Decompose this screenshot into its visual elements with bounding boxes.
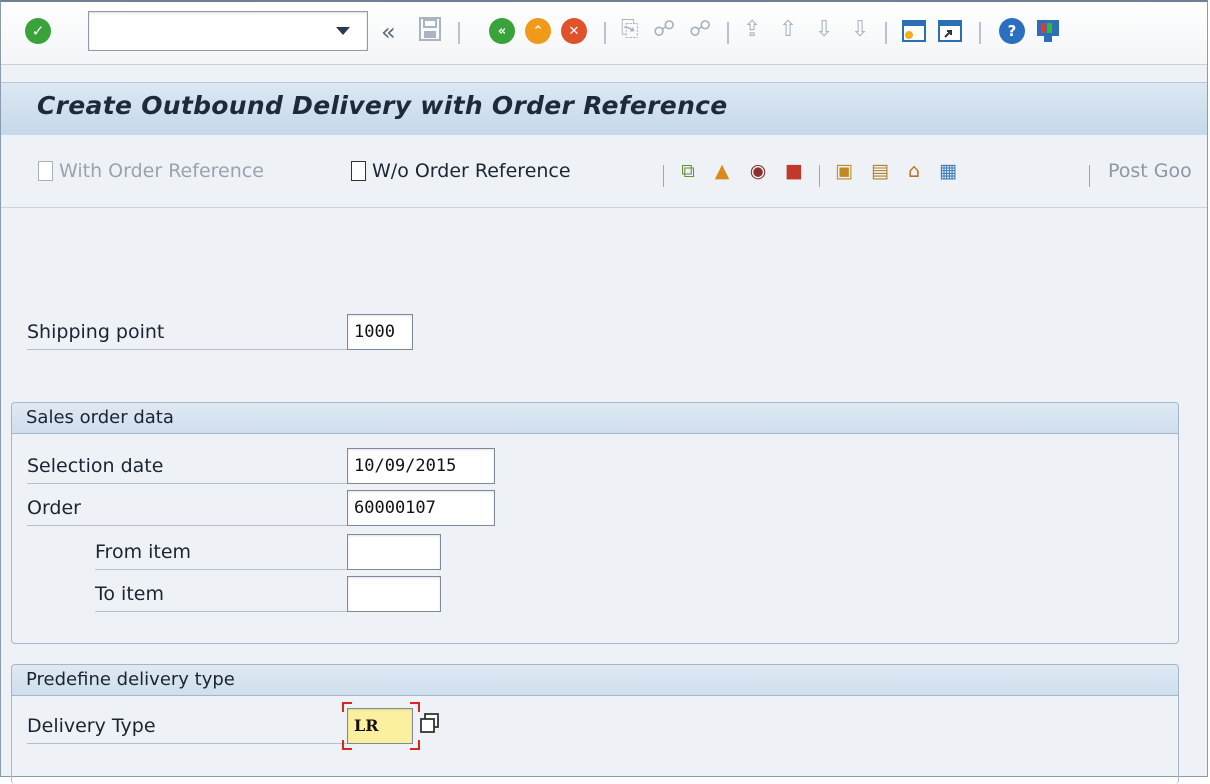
find-icon[interactable]: ☍ <box>653 17 675 42</box>
command-field[interactable] <box>88 11 368 51</box>
home-icon[interactable]: ⌂ <box>901 159 927 183</box>
exit-icon[interactable]: ⌃ <box>521 14 555 48</box>
title-bar: Create Outbound Delivery with Order Refe… <box>1 82 1207 136</box>
from-item-field[interactable] <box>347 534 441 570</box>
cancel-icon[interactable]: ✕ <box>557 14 591 48</box>
package-icon[interactable]: ▣ <box>831 159 857 183</box>
enter-icon[interactable]: ✓ <box>21 14 55 48</box>
document-icon <box>38 161 53 181</box>
save-icon[interactable] <box>419 17 441 47</box>
required-marker <box>342 740 352 750</box>
required-marker <box>410 740 420 750</box>
shipping-point-label: Shipping point <box>27 314 347 350</box>
selection-date-field[interactable]: 10/09/2015 <box>347 448 495 484</box>
with-order-reference-label: With Order Reference <box>59 160 264 182</box>
toolbar-separator <box>604 22 606 44</box>
mountain-icon[interactable]: ▲ <box>709 159 735 183</box>
hat-icon[interactable]: ◉ <box>745 159 771 183</box>
previous-page-icon[interactable]: ⇧ <box>779 17 797 42</box>
toolbar-separator <box>979 22 981 44</box>
post-goods-issue-label: Post Goo <box>1108 160 1192 182</box>
without-order-reference-label: W/o Order Reference <box>372 160 571 182</box>
page-title: Create Outbound Delivery with Order Refe… <box>37 91 728 120</box>
post-goods-issue-button[interactable]: Post Goo <box>1108 160 1192 182</box>
shipping-point-field[interactable]: 1000 <box>347 314 413 350</box>
system-toolbar: ✓ « « ⌃ ✕ ⎘ ☍ ☍ ⇪ ⇧ ⇩ ⇩ ? <box>1 2 1207 65</box>
document-icon <box>351 161 366 181</box>
copy-document-icon[interactable]: ⧉ <box>675 159 701 183</box>
predefine-delivery-type-title: Predefine delivery type <box>26 669 235 690</box>
collapse-command-field-icon[interactable]: « <box>381 18 396 46</box>
to-item-label: To item <box>95 576 347 612</box>
value-help-icon[interactable] <box>417 710 443 736</box>
next-page-icon[interactable]: ⇩ <box>815 17 833 42</box>
from-item-label: From item <box>95 534 347 570</box>
group-header: Sales order data <box>12 403 1178 434</box>
to-item-field[interactable] <box>347 576 441 612</box>
create-session-icon[interactable] <box>897 14 931 48</box>
application-toolbar: With Order Reference W/o Order Reference… <box>1 135 1207 208</box>
customize-layout-icon[interactable] <box>1031 14 1065 48</box>
main-content: Shipping point 1000 Sales order data Sel… <box>1 208 1207 784</box>
group-header: Predefine delivery type <box>12 665 1178 696</box>
order-field[interactable]: 60000107 <box>347 490 495 526</box>
warning-document-icon[interactable]: ■ <box>781 159 807 183</box>
grid-icon[interactable]: ▦ <box>935 159 961 183</box>
toolbar-separator <box>727 22 729 44</box>
toolbar-separator <box>663 165 664 187</box>
with-order-reference-button[interactable]: With Order Reference <box>38 160 264 182</box>
selection-date-label: Selection date <box>27 448 347 484</box>
without-order-reference-button[interactable]: W/o Order Reference <box>351 160 571 182</box>
delivery-type-label: Delivery Type <box>27 708 347 744</box>
shortcut-icon[interactable] <box>933 14 967 48</box>
first-page-icon[interactable]: ⇪ <box>743 17 761 42</box>
toolbar-separator <box>819 165 820 187</box>
sales-order-data-title: Sales order data <box>26 407 174 428</box>
required-marker <box>342 702 352 712</box>
sap-window: ✓ « « ⌃ ✕ ⎘ ☍ ☍ ⇪ ⇧ ⇩ ⇩ ? Create Outboun… <box>0 0 1208 784</box>
toolbar-separator <box>458 22 460 44</box>
find-next-icon[interactable]: ☍ <box>689 17 711 42</box>
order-label: Order <box>27 490 347 526</box>
toolbar-separator <box>885 22 887 44</box>
print-icon[interactable]: ⎘ <box>621 17 639 42</box>
help-icon[interactable]: ? <box>995 14 1029 48</box>
back-icon[interactable]: « <box>485 14 519 48</box>
command-history-dropdown-icon[interactable] <box>331 23 355 39</box>
toolbar-separator <box>1089 165 1090 187</box>
last-page-icon[interactable]: ⇩ <box>851 17 869 42</box>
delivery-type-field[interactable]: LR <box>347 708 413 744</box>
document-stack-icon[interactable]: ▤ <box>867 159 893 183</box>
